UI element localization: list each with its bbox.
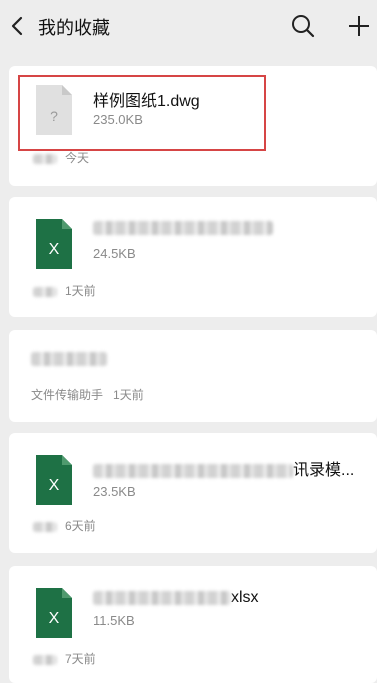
- text-content: [31, 350, 107, 368]
- svg-text:X: X: [49, 610, 60, 627]
- chevron-left-icon: [11, 16, 23, 36]
- item-source: 文件传输助手: [31, 388, 104, 402]
- highlight-box: [18, 75, 266, 151]
- page-title: 我的收藏: [38, 18, 110, 38]
- item-time: 1天前: [65, 284, 96, 298]
- blurred-file-name: [93, 220, 273, 235]
- search-icon: [292, 15, 315, 38]
- file-name: [93, 219, 273, 237]
- item-time: 7天前: [65, 652, 96, 666]
- excel-icon: X: [36, 455, 72, 505]
- blurred-file-name: [93, 590, 231, 605]
- excel-icon: X: [36, 588, 72, 638]
- item-meta: 文件传输助手 1天前: [31, 386, 144, 403]
- plus-icon: [349, 16, 369, 36]
- file-size: 23.5KB: [93, 484, 136, 499]
- item-meta: 1天前: [33, 282, 96, 299]
- file-name: xlsx: [93, 589, 259, 607]
- svg-text:X: X: [49, 477, 60, 494]
- search-button[interactable]: [290, 13, 316, 39]
- item-meta: 7天前: [33, 650, 96, 667]
- favorite-item-card[interactable]: X 讯录模... 23.5KB 6天前: [9, 433, 377, 553]
- back-button[interactable]: [6, 12, 30, 40]
- add-button[interactable]: [346, 13, 372, 39]
- favorite-item-card[interactable]: 文件传输助手 1天前: [9, 330, 377, 422]
- item-meta: 6天前: [33, 517, 96, 534]
- blurred-source: [33, 521, 57, 532]
- item-time: 6天前: [65, 519, 96, 533]
- favorite-item-card[interactable]: X 24.5KB 1天前: [9, 197, 377, 317]
- blurred-text: [31, 351, 107, 366]
- top-bar: 我的收藏: [0, 0, 377, 52]
- file-size: 24.5KB: [93, 246, 136, 261]
- item-time: 1天前: [113, 388, 144, 402]
- item-meta: 今天: [33, 149, 89, 166]
- item-time: 今天: [65, 151, 90, 165]
- blurred-file-name: [93, 463, 293, 478]
- favorite-item-card[interactable]: X xlsx 11.5KB 7天前: [9, 566, 377, 683]
- file-size: 11.5KB: [93, 613, 135, 628]
- blurred-source: [33, 153, 57, 164]
- blurred-source: [33, 654, 57, 665]
- blurred-source: [33, 286, 57, 297]
- svg-text:X: X: [49, 241, 60, 258]
- excel-icon: X: [36, 219, 72, 269]
- file-name: 讯录模...: [93, 456, 354, 480]
